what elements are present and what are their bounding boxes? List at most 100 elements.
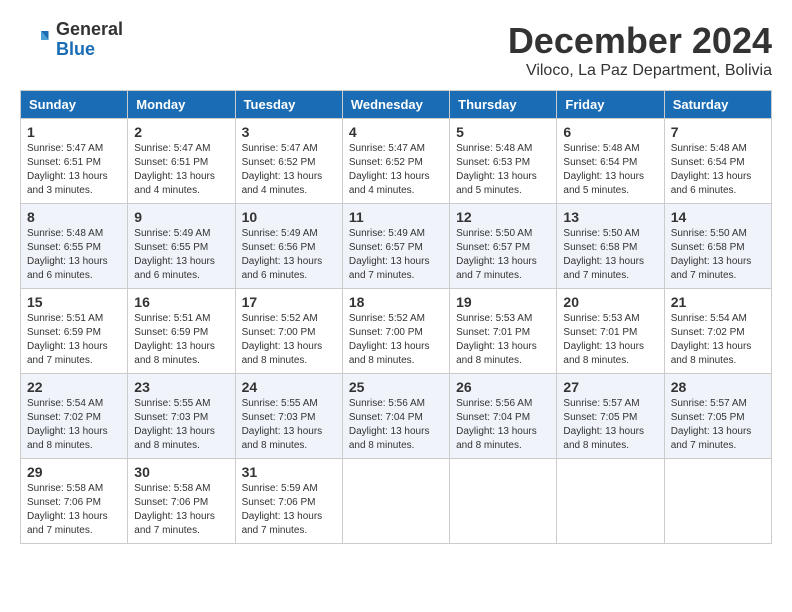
calendar-week-row: 22 Sunrise: 5:54 AM Sunset: 7:02 PM Dayl… (21, 374, 772, 459)
calendar-cell: 4 Sunrise: 5:47 AM Sunset: 6:52 PM Dayli… (342, 119, 449, 204)
calendar-cell: 15 Sunrise: 5:51 AM Sunset: 6:59 PM Dayl… (21, 289, 128, 374)
calendar-cell: 5 Sunrise: 5:48 AM Sunset: 6:53 PM Dayli… (450, 119, 557, 204)
day-number: 2 (134, 124, 228, 140)
day-number: 25 (349, 379, 443, 395)
day-info: Sunrise: 5:50 AM Sunset: 6:58 PM Dayligh… (671, 227, 765, 283)
day-info: Sunrise: 5:49 AM Sunset: 6:56 PM Dayligh… (242, 227, 336, 283)
calendar-cell: 8 Sunrise: 5:48 AM Sunset: 6:55 PM Dayli… (21, 204, 128, 289)
logo-icon (20, 25, 50, 55)
calendar-cell: 19 Sunrise: 5:53 AM Sunset: 7:01 PM Dayl… (450, 289, 557, 374)
calendar-cell (450, 459, 557, 544)
day-info: Sunrise: 5:51 AM Sunset: 6:59 PM Dayligh… (27, 312, 121, 368)
day-number: 24 (242, 379, 336, 395)
day-number: 12 (456, 209, 550, 225)
day-number: 4 (349, 124, 443, 140)
calendar-cell: 22 Sunrise: 5:54 AM Sunset: 7:02 PM Dayl… (21, 374, 128, 459)
calendar-cell: 1 Sunrise: 5:47 AM Sunset: 6:51 PM Dayli… (21, 119, 128, 204)
weekday-header-tuesday: Tuesday (235, 91, 342, 119)
day-info: Sunrise: 5:47 AM Sunset: 6:51 PM Dayligh… (27, 142, 121, 198)
calendar-cell (342, 459, 449, 544)
calendar-cell: 21 Sunrise: 5:54 AM Sunset: 7:02 PM Dayl… (664, 289, 771, 374)
day-info: Sunrise: 5:54 AM Sunset: 7:02 PM Dayligh… (671, 312, 765, 368)
title-block: December 2024 Viloco, La Paz Department,… (508, 20, 772, 80)
calendar-cell: 9 Sunrise: 5:49 AM Sunset: 6:55 PM Dayli… (128, 204, 235, 289)
day-number: 15 (27, 294, 121, 310)
calendar-cell: 29 Sunrise: 5:58 AM Sunset: 7:06 PM Dayl… (21, 459, 128, 544)
day-number: 28 (671, 379, 765, 395)
calendar-cell: 17 Sunrise: 5:52 AM Sunset: 7:00 PM Dayl… (235, 289, 342, 374)
day-number: 13 (563, 209, 657, 225)
day-number: 11 (349, 209, 443, 225)
weekday-header-row: SundayMondayTuesdayWednesdayThursdayFrid… (21, 91, 772, 119)
calendar-cell: 16 Sunrise: 5:51 AM Sunset: 6:59 PM Dayl… (128, 289, 235, 374)
day-number: 10 (242, 209, 336, 225)
logo-blue-text: Blue (56, 40, 123, 60)
day-info: Sunrise: 5:56 AM Sunset: 7:04 PM Dayligh… (456, 397, 550, 453)
calendar-cell: 12 Sunrise: 5:50 AM Sunset: 6:57 PM Dayl… (450, 204, 557, 289)
day-info: Sunrise: 5:54 AM Sunset: 7:02 PM Dayligh… (27, 397, 121, 453)
day-info: Sunrise: 5:50 AM Sunset: 6:58 PM Dayligh… (563, 227, 657, 283)
day-info: Sunrise: 5:49 AM Sunset: 6:55 PM Dayligh… (134, 227, 228, 283)
day-info: Sunrise: 5:57 AM Sunset: 7:05 PM Dayligh… (671, 397, 765, 453)
day-number: 23 (134, 379, 228, 395)
day-number: 27 (563, 379, 657, 395)
calendar-cell: 14 Sunrise: 5:50 AM Sunset: 6:58 PM Dayl… (664, 204, 771, 289)
calendar-cell: 13 Sunrise: 5:50 AM Sunset: 6:58 PM Dayl… (557, 204, 664, 289)
calendar-cell: 20 Sunrise: 5:53 AM Sunset: 7:01 PM Dayl… (557, 289, 664, 374)
day-number: 16 (134, 294, 228, 310)
day-number: 7 (671, 124, 765, 140)
day-info: Sunrise: 5:53 AM Sunset: 7:01 PM Dayligh… (563, 312, 657, 368)
weekday-header-wednesday: Wednesday (342, 91, 449, 119)
day-info: Sunrise: 5:52 AM Sunset: 7:00 PM Dayligh… (349, 312, 443, 368)
calendar-week-row: 29 Sunrise: 5:58 AM Sunset: 7:06 PM Dayl… (21, 459, 772, 544)
day-info: Sunrise: 5:48 AM Sunset: 6:54 PM Dayligh… (671, 142, 765, 198)
calendar-cell: 18 Sunrise: 5:52 AM Sunset: 7:00 PM Dayl… (342, 289, 449, 374)
day-info: Sunrise: 5:55 AM Sunset: 7:03 PM Dayligh… (134, 397, 228, 453)
day-info: Sunrise: 5:48 AM Sunset: 6:53 PM Dayligh… (456, 142, 550, 198)
day-info: Sunrise: 5:50 AM Sunset: 6:57 PM Dayligh… (456, 227, 550, 283)
calendar-cell: 27 Sunrise: 5:57 AM Sunset: 7:05 PM Dayl… (557, 374, 664, 459)
weekday-header-sunday: Sunday (21, 91, 128, 119)
day-number: 31 (242, 464, 336, 480)
logo: General Blue (20, 20, 123, 60)
day-info: Sunrise: 5:47 AM Sunset: 6:51 PM Dayligh… (134, 142, 228, 198)
calendar-cell: 26 Sunrise: 5:56 AM Sunset: 7:04 PM Dayl… (450, 374, 557, 459)
day-number: 6 (563, 124, 657, 140)
calendar-cell: 28 Sunrise: 5:57 AM Sunset: 7:05 PM Dayl… (664, 374, 771, 459)
day-info: Sunrise: 5:51 AM Sunset: 6:59 PM Dayligh… (134, 312, 228, 368)
calendar-cell: 10 Sunrise: 5:49 AM Sunset: 6:56 PM Dayl… (235, 204, 342, 289)
day-info: Sunrise: 5:58 AM Sunset: 7:06 PM Dayligh… (27, 482, 121, 538)
calendar-cell: 2 Sunrise: 5:47 AM Sunset: 6:51 PM Dayli… (128, 119, 235, 204)
day-number: 18 (349, 294, 443, 310)
calendar-cell: 3 Sunrise: 5:47 AM Sunset: 6:52 PM Dayli… (235, 119, 342, 204)
day-number: 3 (242, 124, 336, 140)
calendar-cell: 30 Sunrise: 5:58 AM Sunset: 7:06 PM Dayl… (128, 459, 235, 544)
weekday-header-monday: Monday (128, 91, 235, 119)
calendar-cell: 6 Sunrise: 5:48 AM Sunset: 6:54 PM Dayli… (557, 119, 664, 204)
calendar-cell: 11 Sunrise: 5:49 AM Sunset: 6:57 PM Dayl… (342, 204, 449, 289)
day-number: 19 (456, 294, 550, 310)
day-number: 21 (671, 294, 765, 310)
day-info: Sunrise: 5:48 AM Sunset: 6:55 PM Dayligh… (27, 227, 121, 283)
day-number: 9 (134, 209, 228, 225)
day-number: 8 (27, 209, 121, 225)
day-info: Sunrise: 5:52 AM Sunset: 7:00 PM Dayligh… (242, 312, 336, 368)
day-info: Sunrise: 5:56 AM Sunset: 7:04 PM Dayligh… (349, 397, 443, 453)
day-number: 26 (456, 379, 550, 395)
calendar-cell: 24 Sunrise: 5:55 AM Sunset: 7:03 PM Dayl… (235, 374, 342, 459)
calendar-week-row: 15 Sunrise: 5:51 AM Sunset: 6:59 PM Dayl… (21, 289, 772, 374)
day-info: Sunrise: 5:53 AM Sunset: 7:01 PM Dayligh… (456, 312, 550, 368)
calendar-cell (557, 459, 664, 544)
logo-text: General Blue (56, 20, 123, 60)
day-info: Sunrise: 5:48 AM Sunset: 6:54 PM Dayligh… (563, 142, 657, 198)
calendar-cell: 31 Sunrise: 5:59 AM Sunset: 7:06 PM Dayl… (235, 459, 342, 544)
day-info: Sunrise: 5:59 AM Sunset: 7:06 PM Dayligh… (242, 482, 336, 538)
day-number: 20 (563, 294, 657, 310)
day-info: Sunrise: 5:57 AM Sunset: 7:05 PM Dayligh… (563, 397, 657, 453)
day-info: Sunrise: 5:47 AM Sunset: 6:52 PM Dayligh… (242, 142, 336, 198)
day-number: 29 (27, 464, 121, 480)
day-number: 22 (27, 379, 121, 395)
day-info: Sunrise: 5:47 AM Sunset: 6:52 PM Dayligh… (349, 142, 443, 198)
day-number: 1 (27, 124, 121, 140)
calendar-week-row: 8 Sunrise: 5:48 AM Sunset: 6:55 PM Dayli… (21, 204, 772, 289)
